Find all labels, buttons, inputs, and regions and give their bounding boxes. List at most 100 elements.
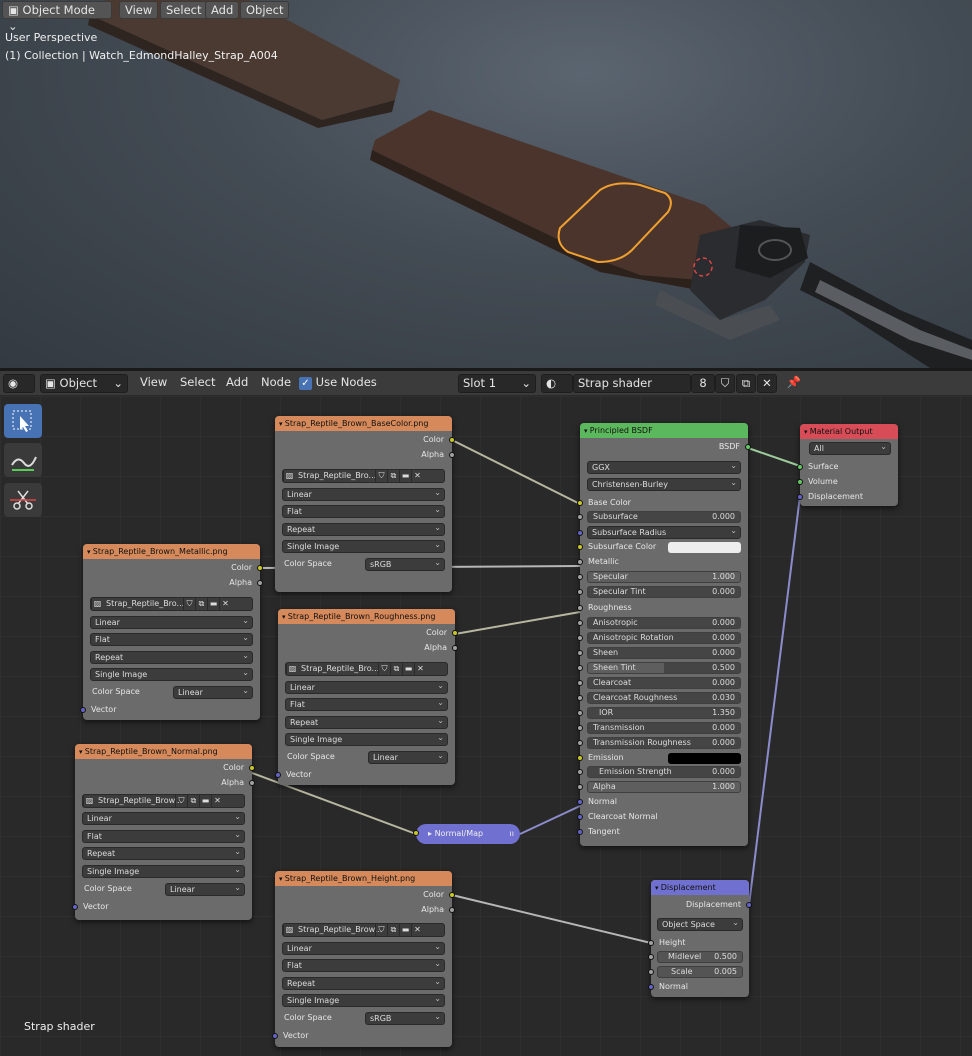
fake-user-icon[interactable]: ⛉: [183, 598, 195, 610]
subsurface-field[interactable]: Subsurface 0.000: [587, 511, 741, 523]
node-header[interactable]: Strap_Reptile_Brown_Height.png: [275, 871, 452, 886]
open-folder-icon[interactable]: ▬: [402, 663, 414, 675]
viewport-menu-add[interactable]: Add: [205, 1, 240, 19]
image-selector[interactable]: ▨ Strap_Reptile_Bro... ⛉ ⧉ ▬ ✕: [90, 597, 253, 611]
open-folder-icon[interactable]: ▬: [207, 598, 219, 610]
color-space-dropdown[interactable]: sRGB: [365, 558, 445, 571]
distribution-dropdown[interactable]: GGX: [587, 461, 741, 474]
duplicate-icon[interactable]: ⧉: [387, 470, 399, 482]
source-dropdown[interactable]: Single Image: [282, 540, 445, 553]
node-header[interactable]: Material Output: [800, 424, 898, 439]
space-dropdown[interactable]: Object Space: [657, 918, 743, 931]
emission-color-swatch[interactable]: [668, 753, 741, 764]
out-socket-alpha[interactable]: [449, 452, 455, 458]
viewport-menu-object[interactable]: Object: [240, 1, 290, 19]
interpolation-dropdown[interactable]: Linear: [282, 942, 445, 955]
in-socket-midlevel[interactable]: [648, 954, 654, 960]
scale-field[interactable]: Scale 0.005: [657, 966, 743, 978]
in-socket-emission[interactable]: [577, 755, 583, 761]
in-socket-clearcoat-roughness[interactable]: [577, 695, 583, 701]
out-socket-alpha[interactable]: [257, 580, 263, 586]
color-space-dropdown[interactable]: Linear: [368, 751, 448, 764]
extension-dropdown[interactable]: Repeat: [282, 977, 445, 990]
duplicate-icon[interactable]: ⧉: [187, 795, 199, 807]
in-socket-scale[interactable]: [648, 969, 654, 975]
interpolation-dropdown[interactable]: Linear: [90, 616, 253, 629]
in-socket-color[interactable]: [413, 830, 419, 836]
image-selector[interactable]: ▨ Strap_Reptile_Bro... ⛉ ⧉ ▬ ✕: [282, 469, 445, 483]
in-socket-ior[interactable]: [577, 710, 583, 716]
out-socket-bsdf[interactable]: [745, 444, 751, 450]
color-space-dropdown[interactable]: sRGB: [365, 1012, 445, 1025]
close-icon[interactable]: ✕: [411, 924, 423, 936]
specular-field[interactable]: Specular 1.000: [587, 571, 741, 583]
in-socket-subsurface[interactable]: [577, 514, 583, 520]
3d-viewport[interactable]: ▣ Object Mode ⌄ View Select Add Object U…: [0, 0, 972, 368]
out-socket-color[interactable]: [452, 630, 458, 636]
anisotropic-field[interactable]: Anisotropic 0.000: [587, 617, 741, 629]
fake-user-icon[interactable]: ⛉: [375, 924, 387, 936]
open-folder-icon[interactable]: ▬: [199, 795, 211, 807]
fake-user-icon[interactable]: ⛉: [378, 663, 390, 675]
in-socket-clearcoat-normal[interactable]: [577, 814, 583, 820]
duplicate-icon[interactable]: ⧉: [387, 924, 399, 936]
in-socket-alpha[interactable]: [577, 784, 583, 790]
in-socket-specular-tint[interactable]: [577, 589, 583, 595]
in-socket-sheen-tint[interactable]: [577, 665, 583, 671]
normal-map-node[interactable]: ▸ Normal/Map ıı: [413, 824, 520, 844]
sheen-field[interactable]: Sheen 0.000: [587, 647, 741, 659]
material-browse-button[interactable]: ◐ ⌄: [541, 374, 573, 407]
in-socket-vector[interactable]: [80, 707, 86, 713]
ne-menu-node[interactable]: Node: [261, 374, 291, 393]
in-socket-transmission-roughness[interactable]: [577, 740, 583, 746]
in-socket-anisotropic[interactable]: [577, 620, 583, 626]
color-space-dropdown[interactable]: Linear: [173, 686, 253, 699]
fake-user-icon[interactable]: ⛉: [715, 374, 735, 393]
in-socket-roughness[interactable]: [577, 605, 583, 611]
image-selector[interactable]: ▨ Strap_Reptile_Brow...⛉ ⧉ ▬ ✕: [282, 923, 445, 937]
in-socket-emission-strength[interactable]: [577, 769, 583, 775]
out-socket-alpha[interactable]: [452, 645, 458, 651]
projection-dropdown[interactable]: Flat: [282, 505, 445, 518]
image-node-basecolor[interactable]: Strap_Reptile_Brown_BaseColor.png Color …: [275, 416, 455, 592]
duplicate-icon[interactable]: ⧉: [195, 598, 207, 610]
material-name-field[interactable]: Strap shader: [573, 374, 691, 393]
in-socket-normal[interactable]: [648, 984, 654, 990]
subsurface-radius-dropdown[interactable]: Subsurface Radius: [587, 526, 741, 539]
viewport-menu-view[interactable]: View: [119, 1, 159, 19]
specular-tint-field[interactable]: Specular Tint 0.000: [587, 586, 741, 598]
projection-dropdown[interactable]: Flat: [82, 830, 245, 843]
fake-user-icon[interactable]: ⛉: [375, 470, 387, 482]
out-socket-color[interactable]: [449, 892, 455, 898]
in-socket-vector[interactable]: [275, 772, 281, 778]
clearcoat-field[interactable]: Clearcoat 0.000: [587, 677, 741, 689]
in-socket-vector[interactable]: [272, 1033, 278, 1039]
node-header[interactable]: Strap_Reptile_Brown_Roughness.png: [278, 609, 455, 624]
emission-strength-field[interactable]: Emission Strength 0.000: [587, 766, 741, 778]
out-socket-alpha[interactable]: [249, 780, 255, 786]
source-dropdown[interactable]: Single Image: [82, 865, 245, 878]
node-editor-canvas[interactable]: Strap_Reptile_Brown_BaseColor.png Color …: [0, 396, 972, 1056]
interpolation-dropdown[interactable]: Linear: [282, 488, 445, 501]
in-socket-subsurface-color[interactable]: [577, 544, 583, 550]
node-header[interactable]: Principled BSDF: [580, 423, 748, 438]
image-node-metallic[interactable]: Strap_Reptile_Brown_Metallic.png Color A…: [80, 544, 263, 720]
close-icon[interactable]: ✕: [411, 470, 423, 482]
in-socket-height[interactable]: [648, 940, 654, 946]
extension-dropdown[interactable]: Repeat: [282, 523, 445, 536]
source-dropdown[interactable]: Single Image: [90, 668, 253, 681]
close-icon[interactable]: ✕: [219, 598, 231, 610]
in-socket-normal[interactable]: [577, 799, 583, 805]
extension-dropdown[interactable]: Repeat: [285, 716, 448, 729]
viewport-menu-select[interactable]: Select: [160, 1, 208, 19]
in-socket-displacement[interactable]: [797, 494, 803, 500]
image-node-height[interactable]: Strap_Reptile_Brown_Height.png Color Alp…: [272, 871, 455, 1047]
in-socket-metallic[interactable]: [577, 559, 583, 565]
node-header[interactable]: Displacement: [651, 880, 749, 895]
image-selector[interactable]: ▨ Strap_Reptile_Brow...⛉ ⧉ ▬ ✕: [82, 794, 245, 808]
transmission-field[interactable]: Transmission 0.000: [587, 722, 741, 734]
out-socket-alpha[interactable]: [449, 907, 455, 913]
midlevel-field[interactable]: Midlevel 0.500: [657, 951, 743, 963]
duplicate-icon[interactable]: ⧉: [390, 663, 402, 675]
in-socket-sheen[interactable]: [577, 650, 583, 656]
